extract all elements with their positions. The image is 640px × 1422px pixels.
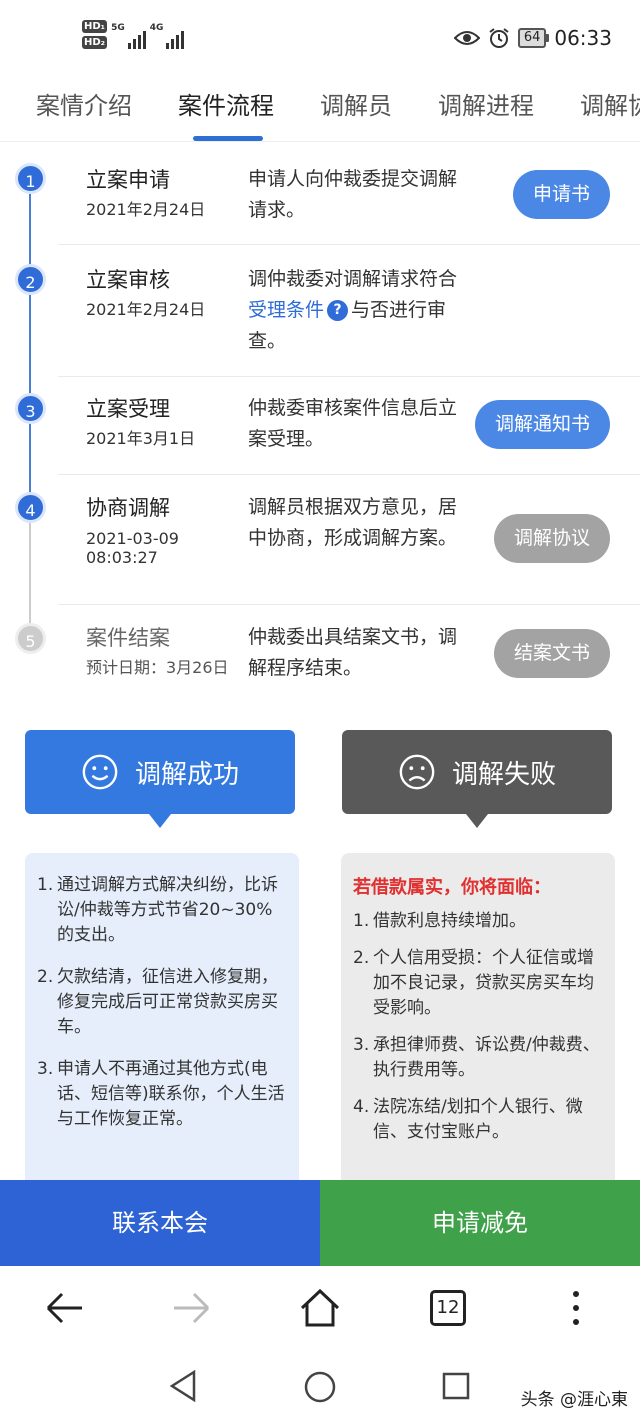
signal-5g-icon: 5G xyxy=(111,23,146,49)
home-icon[interactable] xyxy=(298,1286,342,1330)
step-date: 2021年2月24日 xyxy=(86,300,206,319)
hd2-badge: HD₂ xyxy=(82,36,108,49)
step-date: 预计日期：3月26日 xyxy=(86,658,229,677)
step-item: 2 立案审核 2021年2月24日 调仲裁委对调解请求符合受理条件? 与否进行审查… xyxy=(0,244,640,376)
step-description: 申请人向仲裁委提交调解请求。 xyxy=(248,168,458,221)
sad-face-icon xyxy=(399,754,435,790)
divider xyxy=(58,474,640,475)
nav-back-icon[interactable] xyxy=(168,1369,198,1403)
step-date: 2021年3月1日 xyxy=(86,429,196,448)
active-tab-indicator xyxy=(193,136,263,141)
list-item: 3. 承担律师费、诉讼费/仲裁费、执行费用等。 xyxy=(353,1035,600,1080)
success-label: 调解成功 xyxy=(134,759,239,790)
step-description: 仲裁委审核案件信息后立案受理。 xyxy=(248,397,458,450)
tab-bar: 案情介绍 案件流程 调解员 调解进程 调解协 xyxy=(0,70,640,142)
step-description: 仲裁委出具结案文书，调解程序结束。 xyxy=(248,626,458,679)
success-caret xyxy=(149,814,171,828)
hd1-badge: HD₁ xyxy=(82,20,108,33)
back-arrow-icon[interactable] xyxy=(42,1286,86,1330)
help-icon[interactable]: ? xyxy=(327,300,349,321)
list-item: 2. 个人信用受损：个人征信或增加不良记录，贷款买房买车均受影响。 xyxy=(353,948,594,1018)
step-number: 2 xyxy=(15,264,46,295)
step-description: 调仲裁委对调解请求符合受理条件? 与否进行审查。 xyxy=(248,268,458,352)
smile-icon xyxy=(82,754,118,790)
contact-us-button[interactable]: 联系本会 xyxy=(0,1180,320,1266)
step-number: 3 xyxy=(15,393,46,424)
mediation-success-button[interactable]: 调解成功 xyxy=(25,730,295,814)
failure-caret xyxy=(466,814,488,828)
acceptance-conditions-link[interactable]: 受理条件 xyxy=(248,299,324,321)
step-item: 4 协商调解 2021-03-09 08:03:27 调解员根据双方意见，居中协… xyxy=(0,474,640,604)
mediation-failure-button[interactable]: 调解失败 xyxy=(342,730,612,814)
failure-consequences-panel: 若借款属实，你将面临： 1. 借款利息持续增加。 2. 个人信用受损：个人征信或增加… xyxy=(341,853,615,1183)
nav-recents-icon[interactable] xyxy=(441,1371,471,1401)
signal-4g-icon: 4G xyxy=(150,23,185,49)
tab-mediation-agreement[interactable]: 调解协 xyxy=(580,86,640,121)
apply-reduction-button[interactable]: 申请减免 xyxy=(320,1180,640,1266)
mediation-agreement-button[interactable]: 调解协议 xyxy=(493,514,610,563)
tab-mediator[interactable]: 调解员 xyxy=(320,86,392,121)
nav-home-icon[interactable] xyxy=(303,1370,337,1404)
failure-heading: 若借款属实，你将面临： xyxy=(353,877,551,898)
browser-toolbar xyxy=(0,1266,640,1352)
closing-doc-button[interactable]: 结案文书 xyxy=(493,629,610,678)
signal-indicators: HD₁ HD₂ 5G 4G xyxy=(82,20,185,49)
watermark: 头条 @涯心東 xyxy=(520,1390,628,1410)
step-title: 立案审核 xyxy=(86,268,170,292)
tab-mediation-progress[interactable]: 调解进程 xyxy=(438,86,534,121)
step-date: 2021年2月24日 xyxy=(86,200,206,219)
step-title: 立案受理 xyxy=(86,397,170,421)
step-item: 3 立案受理 2021年3月1日 仲裁委审核案件信息后立案受理。 调解通知书 xyxy=(0,376,640,474)
step-title: 案件结案 xyxy=(86,626,170,650)
tab-count-button[interactable]: 12 xyxy=(430,1290,466,1326)
divider xyxy=(58,244,640,245)
divider xyxy=(58,604,640,605)
step-title: 立案申请 xyxy=(86,168,170,192)
step-number: 1 xyxy=(15,163,46,194)
mediation-notice-button[interactable]: 调解通知书 xyxy=(474,400,610,449)
tab-case-process[interactable]: 案件流程 xyxy=(178,86,274,121)
step-item: 5 案件结案 预计日期：3月26日 仲裁委出具结案文书，调解程序结束。 结案文书 xyxy=(0,604,640,704)
tab-case-intro[interactable]: 案情介绍 xyxy=(36,86,132,121)
list-item: 2. 欠款结清，征信进入修复期，修复完成后可正常贷款买房买车。 xyxy=(37,967,278,1037)
step-item: 1 立案申请 2021年2月24日 申请人向仲裁委提交调解请求。 申请书 xyxy=(0,142,640,244)
forward-arrow-icon[interactable] xyxy=(170,1286,214,1330)
status-bar: HD₁ HD₂ 5G 4G 64 06:33 xyxy=(0,0,640,70)
list-item: 3. 申请人不再通过其他方式(电话、短信等)联系你，个人生活与工作恢复正常。 xyxy=(37,1059,285,1129)
alarm-icon xyxy=(489,28,509,48)
step-date: 2021-03-09 08:03:27 xyxy=(86,529,179,567)
success-benefits-panel: 1. 通过调解方式解决纠纷，比诉讼/仲裁等方式节省20~30%的支出。 2. 欠款结… xyxy=(25,853,299,1183)
failure-label: 调解失败 xyxy=(451,759,556,790)
step-number: 4 xyxy=(15,492,46,523)
list-item: 1. 借款利息持续增加。 xyxy=(353,911,526,931)
clock: 06:33 xyxy=(554,26,612,50)
eye-icon xyxy=(453,31,480,45)
divider xyxy=(58,376,640,377)
step-number: 5 xyxy=(15,623,46,654)
list-item: 4. 法院冻结/划扣个人银行、微信、支付宝账户。 xyxy=(353,1097,583,1142)
step-description: 调解员根据双方意见，居中协商，形成调解方案。 xyxy=(248,496,458,549)
more-menu-icon[interactable] xyxy=(554,1286,598,1330)
list-item: 1. 通过调解方式解决纠纷，比诉讼/仲裁等方式节省20~30%的支出。 xyxy=(37,875,278,945)
application-doc-button[interactable]: 申请书 xyxy=(512,170,610,219)
battery-indicator: 64 xyxy=(517,28,549,48)
step-title: 协商调解 xyxy=(86,496,170,520)
